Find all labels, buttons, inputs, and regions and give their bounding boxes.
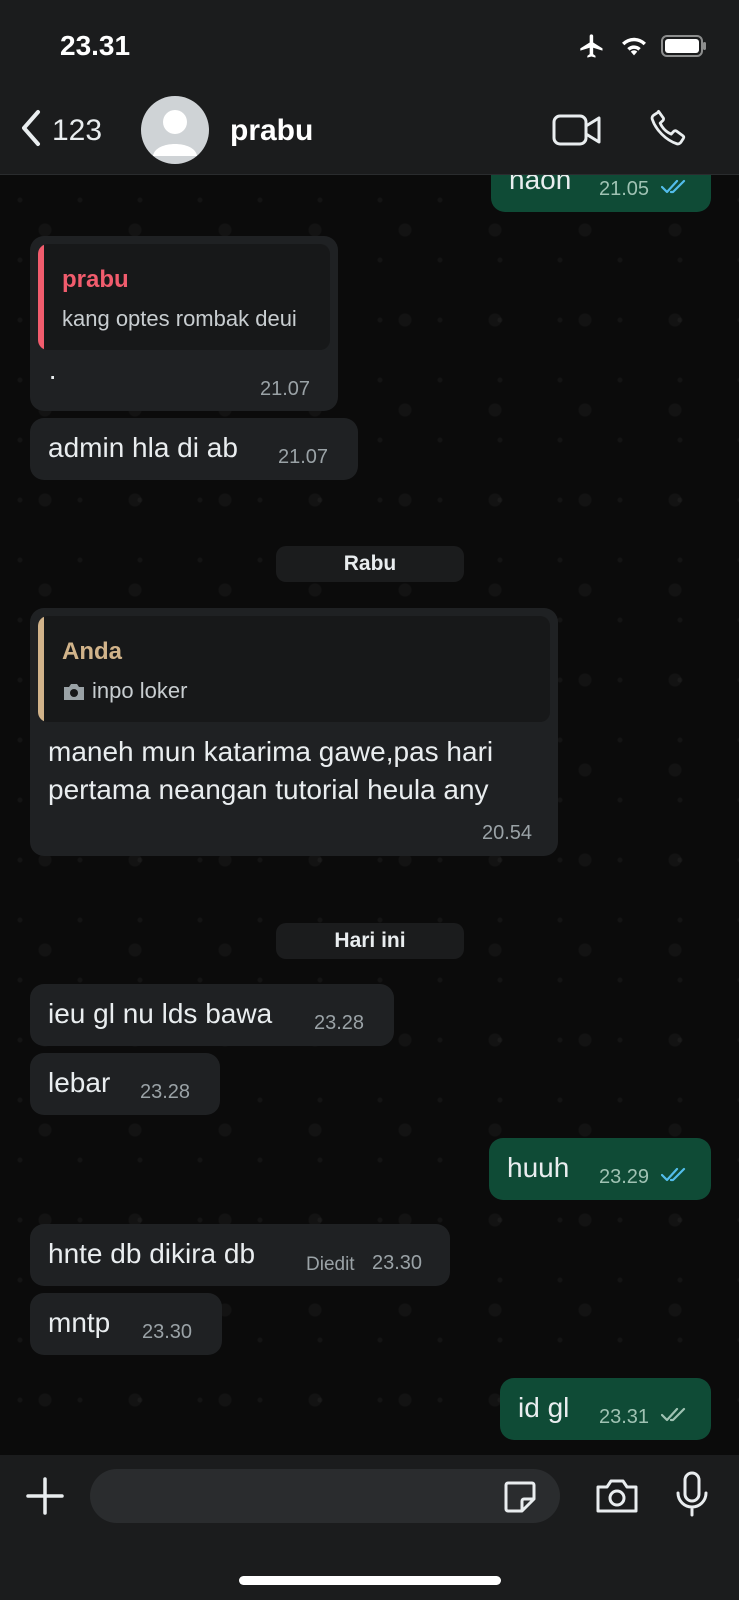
message-text: ·: [48, 360, 58, 391]
airplane-icon: [577, 32, 607, 65]
home-indicator[interactable]: [239, 1576, 501, 1585]
message-text: lebar: [48, 1067, 111, 1098]
wifi-icon: [619, 34, 649, 63]
quoted-message[interactable]: Anda inpo loker: [38, 616, 550, 722]
contact-name[interactable]: prabu: [230, 114, 313, 148]
message-text: id gl: [518, 1392, 570, 1423]
back-chevron-icon: [18, 108, 44, 153]
message-text-line1: maneh mun katarima gawe,pas hari: [48, 736, 494, 767]
quoted-message[interactable]: prabu kang optes rombak deui: [38, 244, 330, 350]
unread-count: 123: [52, 113, 103, 147]
quote-accent-bar: [38, 244, 44, 350]
date-separator: Hari ini: [276, 923, 464, 959]
video-call-icon[interactable]: [552, 112, 602, 153]
message-bubble-incoming[interactable]: Anda inpo loker maneh mun katarima gawe,…: [30, 608, 558, 856]
message-time: 23.31: [599, 1406, 650, 1428]
status-icons: [577, 32, 707, 65]
camera-icon[interactable]: [594, 1477, 640, 1520]
message-time: 21.07: [278, 446, 329, 468]
read-ticks-icon: [660, 1166, 689, 1189]
edited-label: Diedit: [306, 1254, 355, 1275]
message-input[interactable]: [90, 1469, 560, 1523]
phone-call-icon[interactable]: [647, 106, 689, 155]
avatar[interactable]: [141, 96, 209, 164]
status-bar: 23.31: [0, 0, 739, 96]
quote-text: kang optes rombak deui: [62, 306, 297, 331]
message-bubble-incoming[interactable]: ieu gl nu lds bawa 23.28: [30, 984, 394, 1046]
battery-icon: [661, 35, 707, 62]
message-time: 23.28: [314, 1012, 365, 1034]
message-time: 23.29: [599, 1166, 650, 1188]
camera-small-icon: [62, 682, 86, 707]
message-time: 23.30: [142, 1321, 193, 1343]
quote-text: inpo loker: [92, 678, 188, 703]
date-separator: Rabu: [276, 546, 464, 582]
message-text: hnte db dikira db: [48, 1238, 256, 1269]
mic-icon[interactable]: [675, 1471, 709, 1524]
quote-author: prabu: [62, 266, 129, 293]
status-time: 23.31: [60, 30, 131, 61]
sticker-icon[interactable]: [502, 1479, 538, 1520]
message-bubble-incoming[interactable]: lebar 23.28: [30, 1053, 220, 1115]
message-bubble-incoming[interactable]: prabu kang optes rombak deui · 21.07: [30, 236, 338, 411]
message-text-line2: pertama neangan tutorial heula any: [48, 774, 489, 805]
read-ticks-icon: [660, 178, 689, 201]
message-bubble-outgoing[interactable]: id gl 23.31: [500, 1378, 711, 1440]
message-time: 23.28: [140, 1081, 191, 1103]
message-text: admin hla di ab: [48, 432, 238, 463]
message-text: ieu gl nu lds bawa: [48, 998, 273, 1029]
plus-icon[interactable]: [24, 1475, 66, 1522]
message-bubble-incoming[interactable]: mntp 23.30: [30, 1293, 222, 1355]
back-button-top[interactable]: 123: [18, 108, 102, 153]
message-text: mntp: [48, 1307, 111, 1338]
message-text: huuh: [507, 1152, 570, 1183]
quote-accent-bar: [38, 616, 44, 722]
message-time: 21.07: [260, 378, 311, 400]
chat-header-top: 123 prabu: [0, 96, 739, 174]
quote-author: Anda: [62, 638, 122, 665]
message-time: 23.30: [372, 1252, 423, 1274]
message-time: 21.05: [599, 178, 650, 200]
message-time: 20.54: [482, 822, 533, 844]
message-bubble-outgoing[interactable]: huuh 23.29: [489, 1138, 711, 1200]
message-bubble-incoming[interactable]: admin hla di ab 21.07: [30, 418, 358, 480]
avatar-icon: [153, 110, 197, 156]
delivered-ticks-icon: [660, 1406, 689, 1429]
message-bubble-incoming[interactable]: hnte db dikira db Diedit 23.30: [30, 1224, 450, 1286]
